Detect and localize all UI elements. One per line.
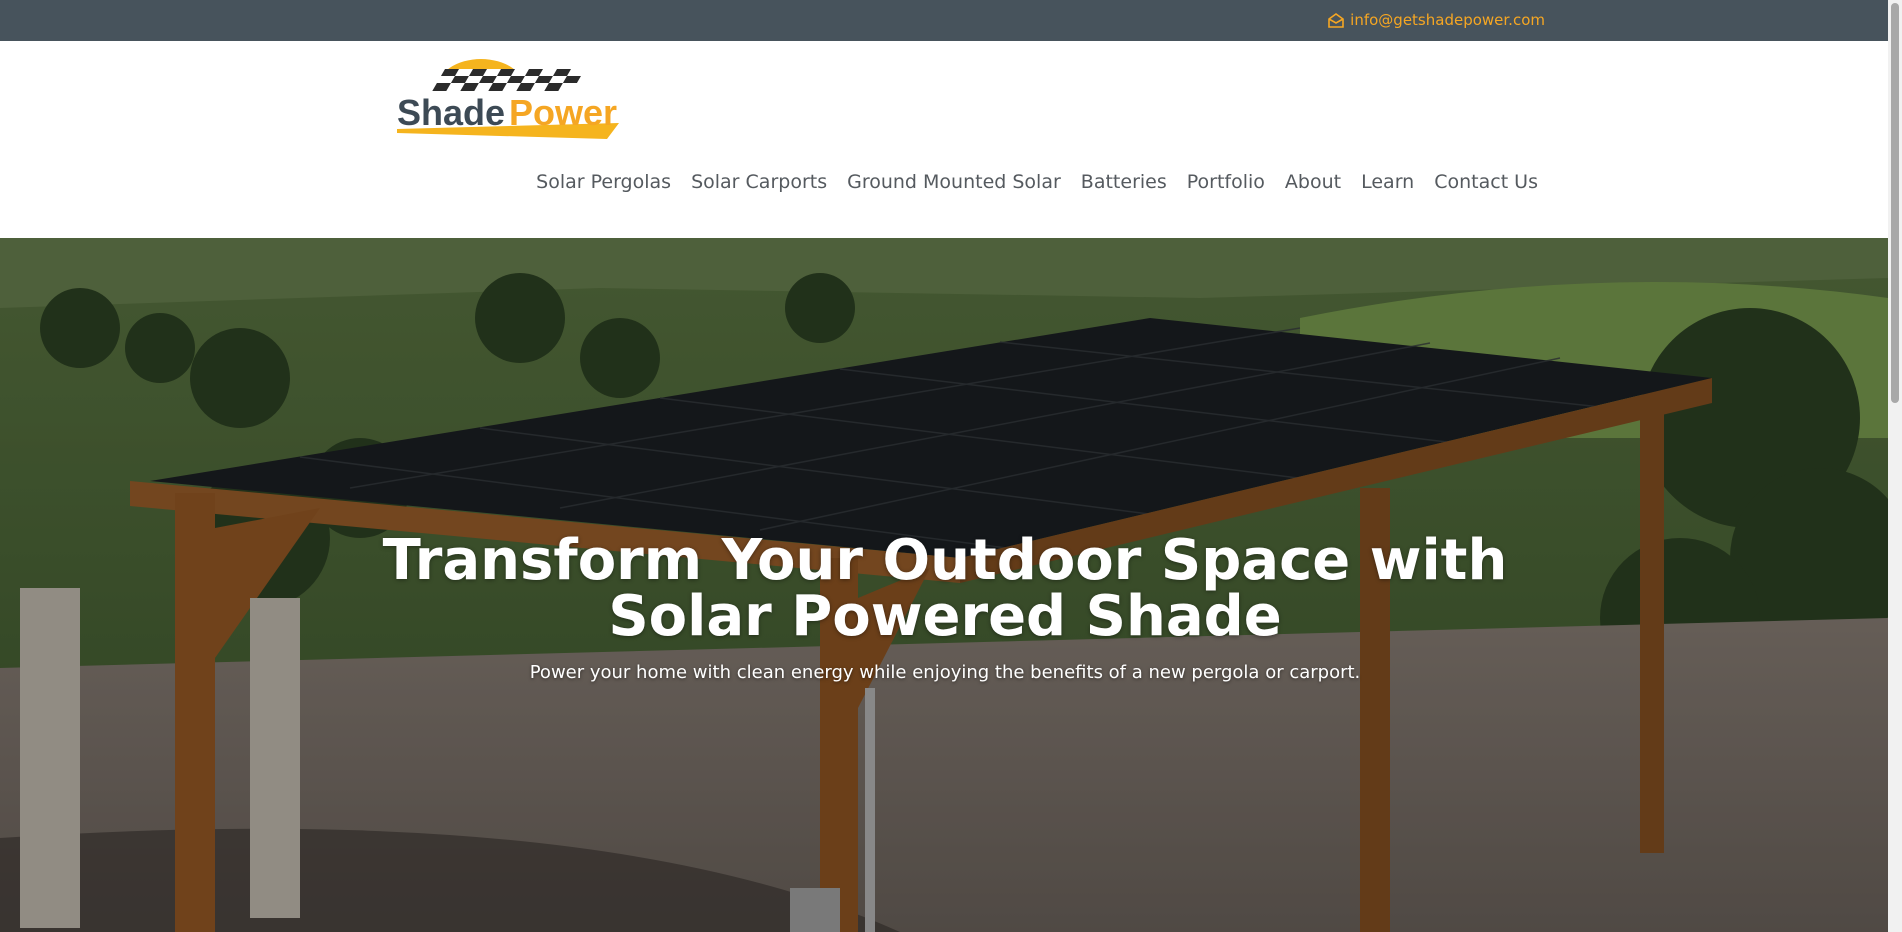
nav-ground-mounted-solar[interactable]: Ground Mounted Solar bbox=[837, 171, 1071, 193]
nav-solar-pergolas[interactable]: Solar Pergolas bbox=[526, 171, 681, 193]
logo-word-shade: Shade bbox=[397, 92, 505, 133]
nav-portfolio[interactable]: Portfolio bbox=[1177, 171, 1275, 193]
site-logo[interactable]: Shade Power bbox=[397, 51, 619, 141]
nav-batteries[interactable]: Batteries bbox=[1071, 171, 1177, 193]
envelope-open-icon bbox=[1328, 12, 1344, 28]
hero-title: Transform Your Outdoor Space with Solar … bbox=[382, 528, 1508, 649]
hero-subtitle: Power your home with clean energy while … bbox=[529, 662, 1361, 683]
nav-learn[interactable]: Learn bbox=[1351, 171, 1424, 193]
page-scrollbar[interactable] bbox=[1888, 0, 1902, 932]
logo-word-power: Power bbox=[509, 92, 617, 133]
top-bar: info@getshadepower.com bbox=[0, 0, 1888, 41]
hero-section: Transform Your Outdoor Space with Solar … bbox=[0, 238, 1888, 932]
scrollbar-thumb[interactable] bbox=[1891, 3, 1899, 403]
nav-about[interactable]: About bbox=[1275, 171, 1351, 193]
main-nav: Solar Pergolas Solar Carports Ground Mou… bbox=[526, 171, 1548, 193]
nav-contact-us[interactable]: Contact Us bbox=[1424, 171, 1548, 193]
email-link[interactable]: info@getshadepower.com bbox=[1328, 11, 1545, 29]
email-text: info@getshadepower.com bbox=[1350, 11, 1545, 29]
nav-solar-carports[interactable]: Solar Carports bbox=[681, 171, 837, 193]
site-header: Shade Power Solar Pergolas Solar Carport… bbox=[0, 41, 1888, 238]
